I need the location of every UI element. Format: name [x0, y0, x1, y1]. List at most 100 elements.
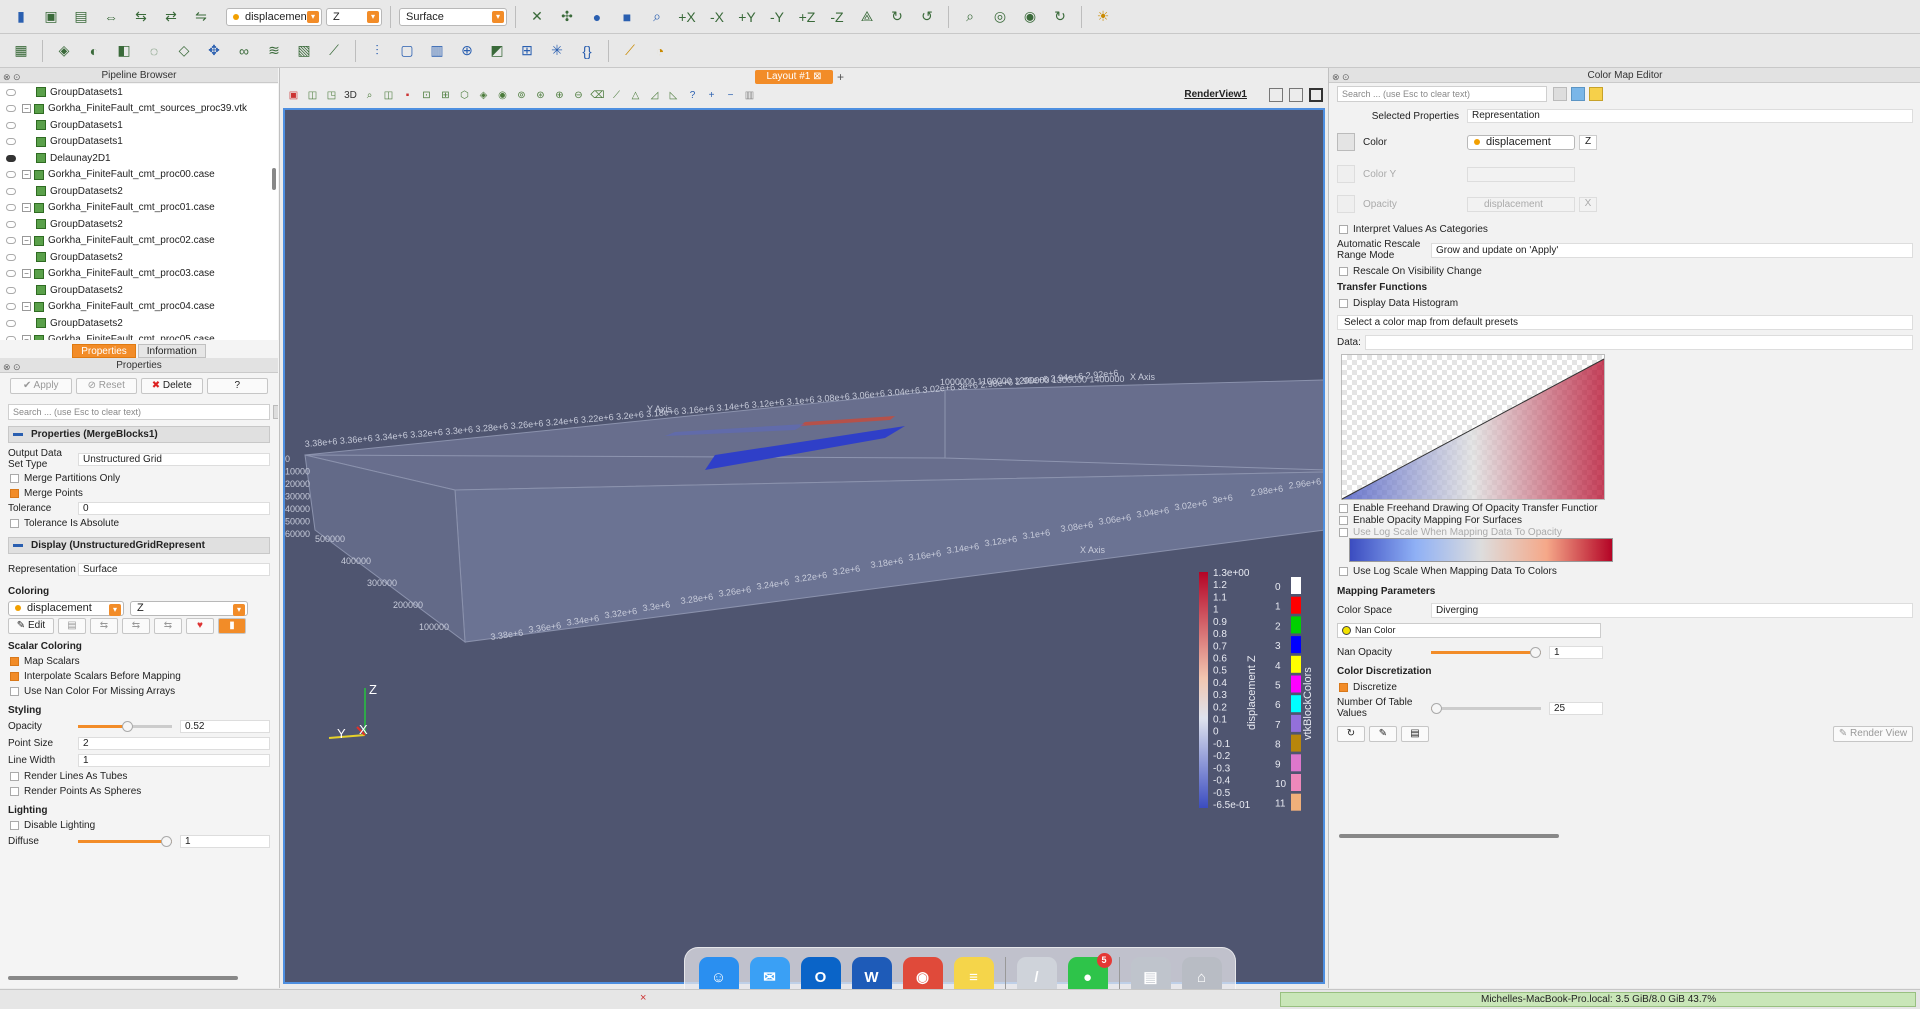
pipeline-item[interactable]: GroupDatasets2 — [0, 282, 278, 299]
star-icon[interactable]: ✳ — [544, 38, 570, 64]
lock-icon[interactable] — [1589, 87, 1603, 101]
toggle-colorbar-icon[interactable]: ▮ — [218, 618, 246, 634]
visibility-eye-icon[interactable] — [6, 336, 16, 340]
visibility-eye-icon[interactable] — [6, 105, 16, 113]
slice-icon[interactable]: ◧ — [111, 38, 137, 64]
visibility-eye-icon[interactable] — [6, 253, 16, 261]
pipeline-item[interactable]: GroupDatasets1 — [0, 117, 278, 134]
visibility-eye-icon[interactable] — [6, 270, 16, 278]
data-range-input[interactable] — [1365, 334, 1913, 350]
reset-camera-icon[interactable]: ⇔ — [98, 4, 124, 30]
opacity-function-editor[interactable] — [1341, 354, 1605, 500]
select-polygon-icon[interactable]: ⬡ — [456, 88, 473, 104]
save-state-icon[interactable]: ▤ — [68, 4, 94, 30]
expand-toggle-icon[interactable]: − — [22, 170, 31, 180]
interaction-mode-icon[interactable]: ✣ — [554, 4, 580, 30]
pipeline-item[interactable]: GroupDatasets2 — [0, 216, 278, 233]
zoom-in-icon[interactable]: + — [703, 88, 720, 104]
collapse-icon[interactable] — [13, 433, 23, 436]
extract-subset-icon[interactable]: ◇ — [171, 38, 197, 64]
help-view-icon[interactable]: ? — [684, 88, 701, 104]
hover-points-icon[interactable]: ⊚ — [513, 88, 530, 104]
pipeline-item[interactable]: − Gorkha_FiniteFault_cmt_sources_proc39.v… — [0, 101, 278, 118]
pipeline-item[interactable]: − Gorkha_FiniteFault_cmt_proc03.case — [0, 266, 278, 283]
threshold-icon[interactable]: ◌ — [141, 38, 167, 64]
adjust-camera-icon[interactable]: ⌕ — [361, 88, 378, 104]
tab-properties[interactable]: Properties — [72, 344, 136, 358]
slider-handle[interactable] — [1530, 646, 1541, 658]
opacity-input[interactable]: 0.52 — [180, 720, 270, 733]
array-select[interactable]: displacement ▾ — [226, 7, 322, 26]
zoom-box-icon[interactable]: ⌕ — [644, 4, 670, 30]
component-select[interactable]: Z ▾ — [326, 7, 382, 26]
expand-toggle-icon[interactable]: − — [22, 335, 31, 340]
interpolate-scalars-checkbox[interactable] — [10, 672, 19, 681]
refresh-icon[interactable]: ↻ — [1047, 4, 1073, 30]
rotate-plus-90-icon[interactable]: ↻ — [884, 4, 910, 30]
select-cells-through-icon[interactable]: ⊡ — [418, 88, 435, 104]
tab-information[interactable]: Information — [137, 344, 206, 358]
gear-icon[interactable] — [273, 405, 278, 419]
split-horizontal-icon[interactable] — [1269, 88, 1283, 102]
close-icon[interactable]: ⊠ — [813, 71, 821, 82]
collapse-icon[interactable] — [13, 544, 23, 547]
loop-icon[interactable]: ◉ — [1017, 4, 1043, 30]
isometric-view-icon[interactable]: ⟁ — [854, 4, 880, 30]
slider-handle[interactable] — [121, 721, 133, 732]
properties-search-input[interactable]: Search ... (use Esc to clear text) — [8, 404, 278, 420]
line-width-input[interactable]: 1 — [78, 754, 270, 767]
ruler-icon[interactable]: ⟋ — [617, 38, 643, 64]
cme-color-component[interactable]: Z — [1579, 134, 1597, 150]
tool-b-icon[interactable]: ◿ — [646, 88, 663, 104]
tolerance-absolute-checkbox[interactable] — [10, 519, 19, 528]
close-icon[interactable]: × — [640, 992, 646, 1004]
save-preset-icon[interactable]: ▤ — [1401, 726, 1429, 742]
expand-toggle-icon[interactable]: − — [22, 104, 31, 114]
contour-icon[interactable]: ◈ — [51, 38, 77, 64]
reset-icon[interactable]: ↻ — [1337, 726, 1365, 742]
extract-level-icon[interactable]: ⟋ — [321, 38, 347, 64]
visibility-eye-icon[interactable] — [6, 154, 16, 162]
visibility-eye-icon[interactable] — [6, 121, 16, 129]
nan-opacity-slider[interactable] — [1431, 646, 1541, 658]
tolerance-input[interactable]: 0 — [78, 502, 270, 515]
merge-partitions-checkbox[interactable] — [10, 474, 19, 483]
render-view-button[interactable]: ✎ Render View — [1833, 726, 1913, 742]
display-histogram-checkbox[interactable] — [1339, 298, 1348, 308]
visibility-eye-icon[interactable] — [6, 171, 16, 179]
view-minus-x-icon[interactable]: -X — [704, 4, 730, 30]
view-plus-z-icon[interactable]: +Z — [794, 4, 820, 30]
rescale-temporal-icon[interactable]: ⇆ — [154, 618, 182, 634]
clip-icon[interactable]: ◐ — [81, 38, 107, 64]
visibility-eye-icon[interactable] — [6, 88, 16, 96]
light-bulb-icon[interactable]: ☀ — [1090, 4, 1116, 30]
pipeline-scrollbar[interactable] — [272, 168, 276, 190]
visibility-eye-icon[interactable] — [6, 187, 16, 195]
visibility-eye-icon[interactable] — [6, 303, 16, 311]
map-scalars-checkbox[interactable] — [10, 657, 19, 666]
save-default-icon[interactable]: ✎ — [1369, 726, 1397, 742]
slider-handle[interactable] — [1431, 702, 1442, 714]
pipeline-item[interactable]: GroupDatasets2 — [0, 183, 278, 200]
table-values-slider[interactable] — [1431, 702, 1541, 714]
interpret-categories-checkbox[interactable] — [1339, 224, 1348, 234]
view-plus-y-icon[interactable]: +Y — [734, 4, 760, 30]
clear-selection-icon[interactable]: ⌫ — [589, 88, 606, 104]
freehand-checkbox[interactable] — [1339, 503, 1348, 513]
toggle-3d-icon[interactable]: 3D — [342, 88, 359, 104]
warp-vector-icon[interactable]: ≋ — [261, 38, 287, 64]
pipeline-item[interactable]: − Gorkha_FiniteFault_cmt_proc05.case — [0, 332, 278, 340]
rescale-visibility-checkbox[interactable] — [1339, 266, 1348, 276]
tool-a-icon[interactable]: △ — [627, 88, 644, 104]
camera-redo-icon[interactable]: ◳ — [323, 88, 340, 104]
edit-colormap-button[interactable]: ✎ Edit — [8, 618, 54, 634]
slider-handle[interactable] — [161, 836, 172, 847]
rescale-visible-icon[interactable]: ♥ — [186, 618, 214, 634]
pipeline-browser[interactable]: GroupDatasets1 − Gorkha_FiniteFault_cmt_so… — [0, 84, 278, 340]
rescale-custom-icon[interactable]: ⇆ — [122, 618, 150, 634]
capture-icon[interactable]: ▣ — [285, 88, 302, 104]
visibility-eye-icon[interactable] — [6, 319, 16, 327]
ruler-view-icon[interactable]: ⟋ — [608, 88, 625, 104]
pipeline-item[interactable]: GroupDatasets1 — [0, 134, 278, 151]
nan-opacity-input[interactable]: 1 — [1549, 645, 1603, 659]
